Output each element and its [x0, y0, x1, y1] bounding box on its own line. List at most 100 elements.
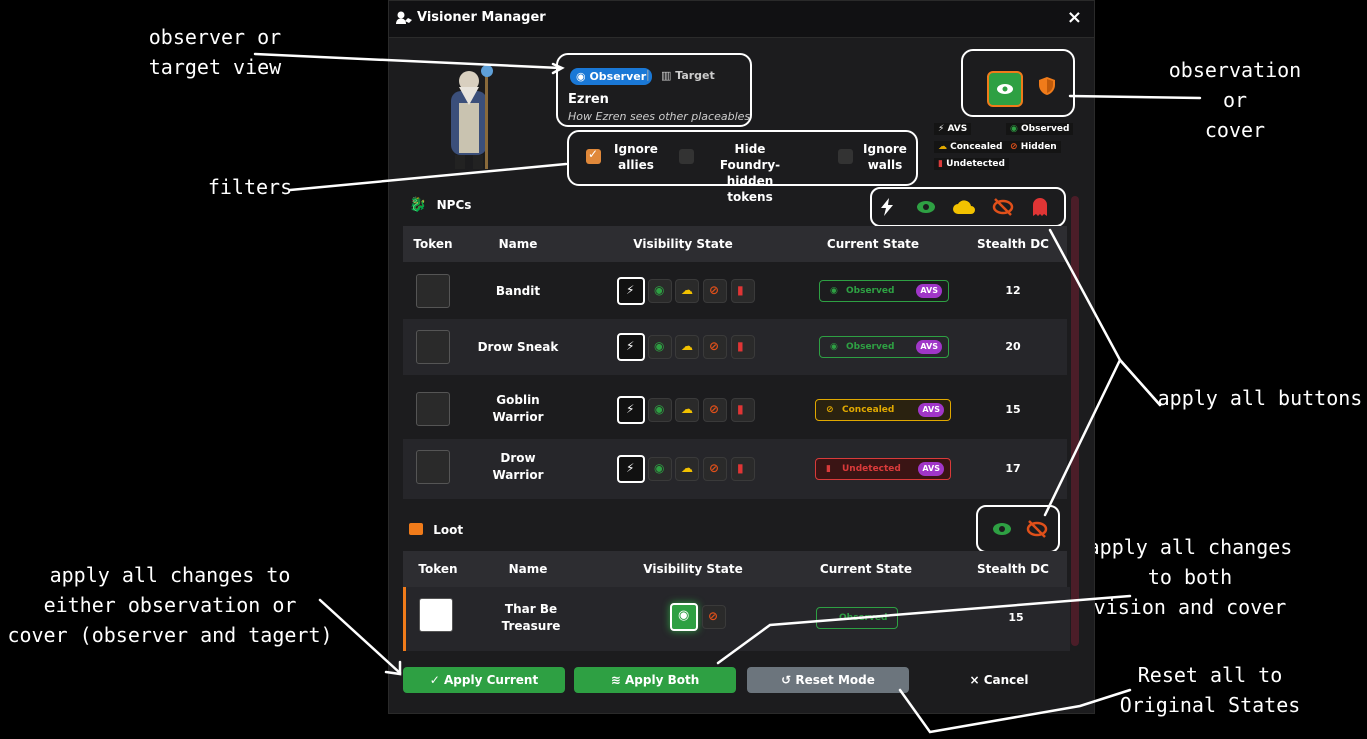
ignore-allies-checkbox[interactable]: ✓: [586, 147, 601, 164]
col-name: Name: [498, 237, 538, 251]
hidden-button[interactable]: ⊘: [703, 279, 727, 303]
cancel-button[interactable]: × Cancel: [919, 667, 1079, 693]
observer-tab[interactable]: ◉ Observer: [570, 68, 653, 85]
loot-title: Loot: [433, 523, 464, 537]
reset-mode-button[interactable]: ↺ Reset Mode: [747, 667, 909, 693]
hidden-button[interactable]: ⊘: [703, 457, 727, 481]
apply-all-observed-icon[interactable]: [992, 521, 1012, 537]
undo-icon: ↺: [781, 673, 792, 687]
token-name: Bandit: [495, 284, 541, 298]
avs-badge: AVS: [918, 462, 944, 476]
legend-concealed: ☁ Concealed: [934, 141, 1007, 153]
shield-icon[interactable]: [1039, 77, 1055, 95]
ignore-allies-label: Ignore allies: [614, 142, 658, 172]
token-name: Drow Sneak: [477, 340, 559, 354]
loot-table-header: Token Name Visibility State Current Stat…: [403, 551, 1067, 587]
observed-button[interactable]: ◉: [648, 335, 672, 359]
table-row: Bandit ⚡ ◉ ☁ ⊘ ▮ ◉ Observed AVS 12: [403, 263, 1067, 319]
avs-button[interactable]: ⚡: [617, 455, 645, 483]
annotation-observation: observation or cover: [1168, 58, 1302, 142]
hidden-button[interactable]: ⊘: [703, 335, 727, 359]
observed-button[interactable]: ◉: [648, 457, 672, 481]
title-bar: Visioner Manager ×: [389, 1, 1094, 38]
hidden-button[interactable]: ⊘: [702, 605, 726, 629]
status-badge: ▮ Undetected AVS: [815, 458, 951, 480]
annotation-reset: Reset all to Original States: [1119, 663, 1301, 717]
undetected-button[interactable]: ▮: [731, 335, 755, 359]
hide-foundry-hidden-checkbox[interactable]: [679, 149, 694, 164]
observed-button[interactable]: ◉: [670, 603, 698, 631]
close-button[interactable]: ×: [1067, 7, 1082, 28]
mode-separator: |: [646, 68, 650, 81]
apply-all-undetected-icon[interactable]: [1033, 198, 1047, 216]
chest-icon: [409, 523, 423, 535]
apply-all-concealed-icon[interactable]: [953, 199, 975, 215]
stealth-dc: 17: [1005, 462, 1021, 475]
observation-mode-button[interactable]: [987, 71, 1023, 107]
legend-observed: ◉ Observed: [1006, 123, 1074, 135]
token-image: [416, 392, 450, 426]
token-portrait: [451, 65, 493, 169]
annotation-apply-current: apply all changes to either observation o…: [7, 563, 333, 647]
token-image: [416, 330, 450, 364]
apply-all-observed-icon[interactable]: [916, 199, 936, 215]
hidden-button[interactable]: ⊘: [703, 398, 727, 422]
filters-panel: ✓ Ignore allies Hide Foundry-hidden token…: [567, 130, 918, 204]
apply-all-hidden-icon[interactable]: [1026, 520, 1048, 538]
layers-icon: ≋: [610, 673, 621, 687]
npc-apply-all-buttons: [870, 187, 1066, 227]
observed-button[interactable]: ◉: [648, 398, 672, 422]
apply-current-button[interactable]: ✓ Apply Current: [403, 667, 565, 693]
scrollbar[interactable]: [1071, 196, 1079, 646]
hide-foundry-hidden-label: Hide Foundry-hidden tokens: [719, 142, 781, 204]
concealed-button[interactable]: ☁: [675, 279, 699, 303]
apply-all-avs-icon[interactable]: [880, 198, 894, 216]
mode-subtitle: How Ezren sees other placeables: [568, 110, 751, 123]
undetected-button[interactable]: ▮: [731, 398, 755, 422]
col-visibility: Visibility State: [643, 562, 743, 576]
window-title: Visioner Manager: [417, 10, 546, 25]
npc-table-header: Token Name Visibility State Current Stat…: [403, 226, 1067, 262]
ignore-walls-checkbox[interactable]: [838, 149, 853, 164]
annotation-apply-all: apply all buttons: [1157, 386, 1363, 410]
col-dc: Stealth DC: [977, 237, 1049, 251]
status-badge: Observed: [816, 607, 898, 629]
table-row: Drow Warrior ⚡ ◉ ☁ ⊘ ▮ ▮ Undetected AVS 17: [403, 439, 1067, 499]
npcs-title: NPCs: [436, 198, 472, 212]
observed-button[interactable]: ◉: [648, 279, 672, 303]
avs-badge: AVS: [916, 340, 942, 354]
observation-cover-toggle: [961, 49, 1075, 117]
dragon-icon: 🐉: [409, 197, 427, 213]
annotation-filters: filters: [207, 175, 293, 199]
token-name: Thar Be Treasure: [501, 602, 561, 633]
undetected-button[interactable]: ▮: [731, 279, 755, 303]
apply-all-hidden-icon[interactable]: [992, 198, 1014, 216]
visioner-manager-dialog: Visioner Manager × ◉ Observer | ▥ Target…: [388, 0, 1095, 714]
stealth-dc: 12: [1005, 284, 1021, 297]
target-tab[interactable]: ▥ Target: [661, 69, 715, 82]
npcs-section-header: 🐉 NPCs: [409, 197, 471, 213]
avs-button[interactable]: ⚡: [617, 277, 645, 305]
token-name: Ezren: [568, 92, 609, 107]
concealed-button[interactable]: ☁: [675, 398, 699, 422]
token-name: Goblin Warrior: [492, 393, 544, 424]
loot-apply-all-buttons: [976, 505, 1060, 553]
col-token: Token: [413, 237, 453, 251]
treasure-chest-token: [419, 598, 453, 632]
eye-icon: [997, 84, 1013, 94]
undetected-button[interactable]: ▮: [731, 457, 755, 481]
annotation-apply-both: apply all changes to both vision and cover: [1087, 535, 1293, 619]
col-token: Token: [418, 562, 458, 576]
apply-both-button[interactable]: ≋ Apply Both: [574, 667, 736, 693]
legend-hidden: ⊘ Hidden: [1006, 141, 1061, 153]
concealed-button[interactable]: ☁: [675, 335, 699, 359]
col-visibility: Visibility State: [633, 237, 733, 251]
table-row: Goblin Warrior ⚡ ◉ ☁ ⊘ ▮ ⊘ Concealed AVS 15: [403, 381, 1067, 439]
avs-button[interactable]: ⚡: [617, 396, 645, 424]
col-current: Current State: [826, 237, 920, 251]
mode-selector: ◉ Observer | ▥ Target Ezren How Ezren se…: [556, 53, 752, 127]
ignore-walls-label: Ignore walls: [863, 142, 907, 172]
concealed-button[interactable]: ☁: [675, 457, 699, 481]
avs-button[interactable]: ⚡: [617, 333, 645, 361]
status-badge: ⊘ Concealed AVS: [815, 399, 951, 421]
